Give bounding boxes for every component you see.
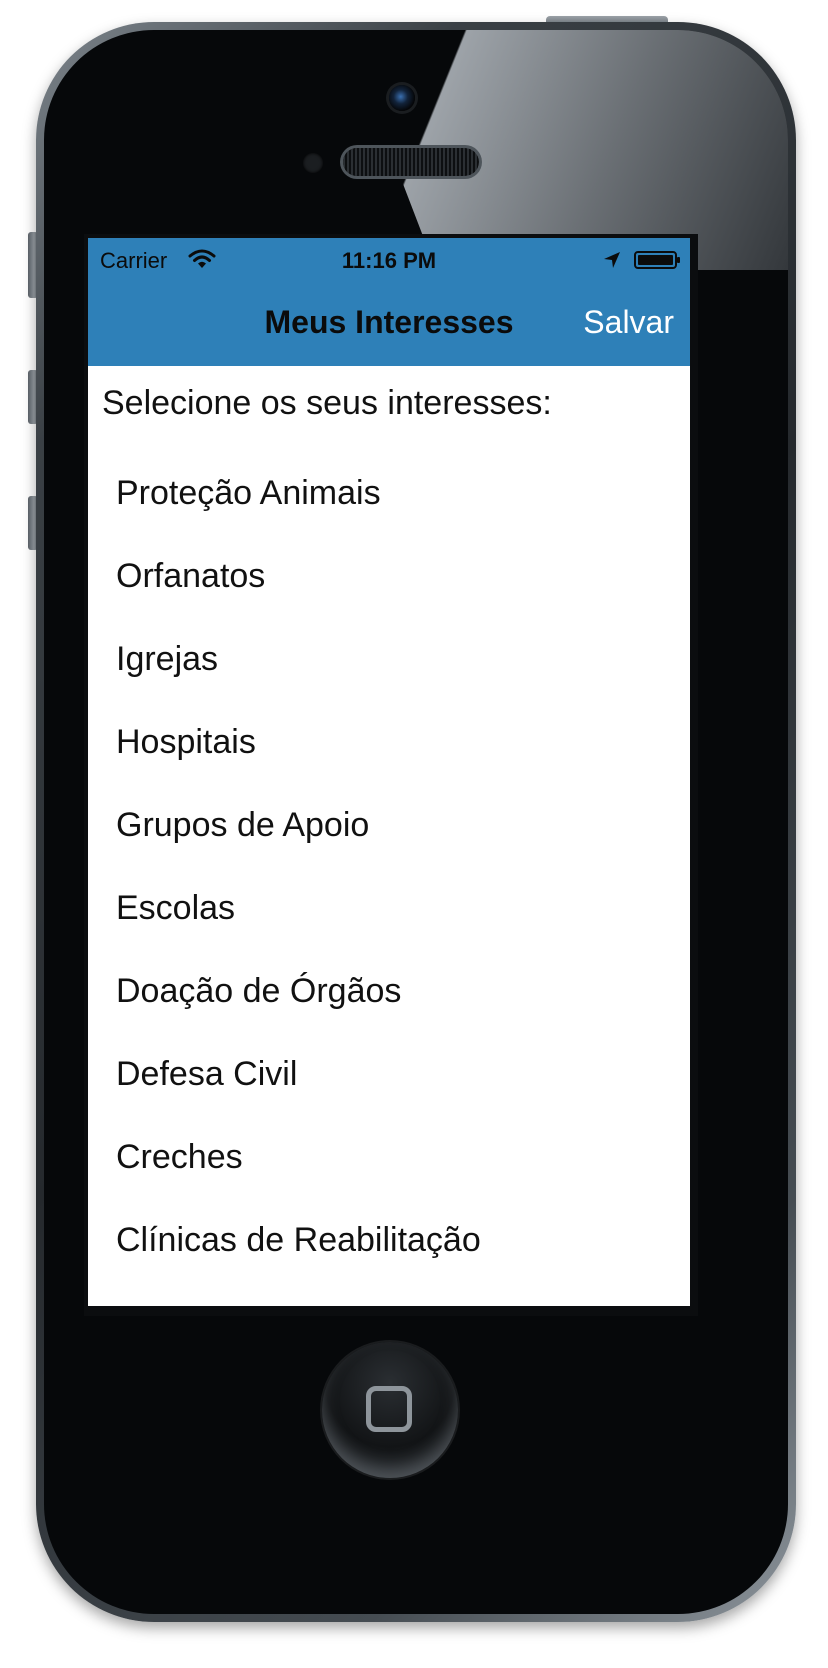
interest-item[interactable]: Escolas	[88, 867, 690, 950]
interest-item[interactable]: Orfanatos	[88, 535, 690, 618]
status-bar: Carrier 11:16 PM	[88, 238, 690, 282]
battery-icon	[634, 251, 680, 269]
interest-item[interactable]: Grupos de Apoio	[88, 784, 690, 867]
interest-item[interactable]: Hospitais	[88, 701, 690, 784]
interest-item[interactable]: Defesa Civil	[88, 1033, 690, 1116]
interest-item[interactable]: Proteção Animais	[88, 452, 690, 535]
page: Carrier 11:16 PM Meus Interesses Salvar …	[0, 0, 828, 1668]
interest-item[interactable]: Creches	[88, 1116, 690, 1199]
interest-item[interactable]: Doação de Órgãos	[88, 950, 690, 1033]
home-square-icon	[366, 1386, 412, 1432]
status-time: 11:16 PM	[341, 248, 437, 273]
interest-item[interactable]: Igrejas	[88, 618, 690, 701]
navigation-bar: Meus Interesses Salvar	[88, 282, 690, 366]
earpiece-speaker	[343, 148, 479, 176]
save-button[interactable]: Salvar	[583, 304, 674, 341]
front-camera	[389, 85, 415, 111]
interests-list: Proteção Animais Orfanatos Igrejas Hospi…	[88, 452, 690, 1282]
location-icon	[604, 252, 620, 268]
proximity-sensor	[303, 153, 323, 173]
app-screen: Carrier 11:16 PM Meus Interesses Salvar …	[88, 238, 690, 1306]
interest-item[interactable]: Clínicas de Reabilitação	[88, 1199, 690, 1282]
instruction-label: Selecione os seus interesses:	[102, 384, 552, 422]
